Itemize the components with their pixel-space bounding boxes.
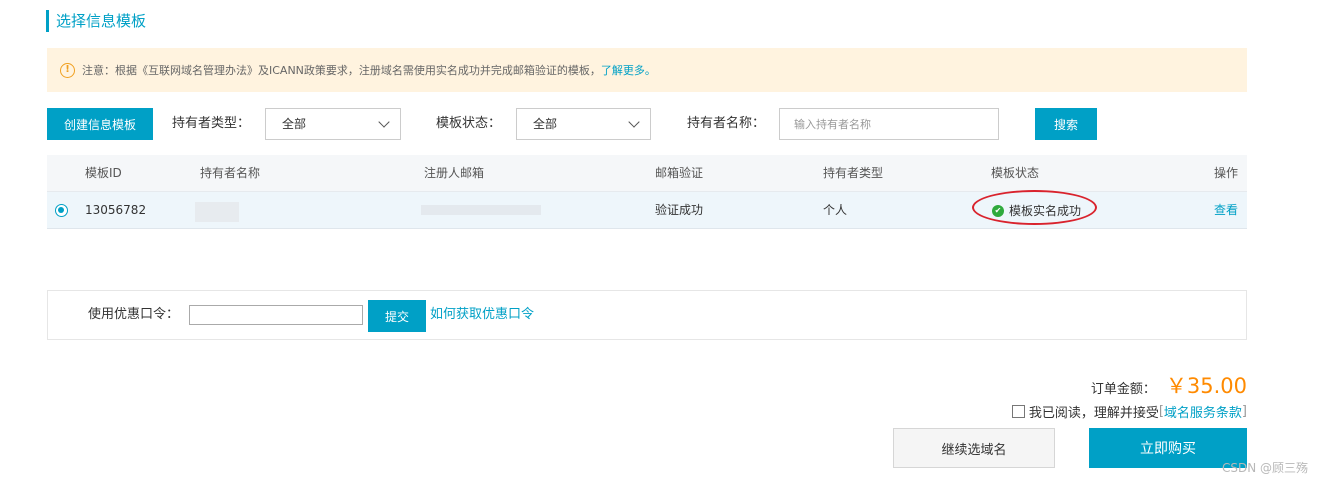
coupon-help-link[interactable]: 如何获取优惠口令 [430,291,534,339]
annotation-circle [972,190,1097,225]
template-table: 模板ID 持有者名称 注册人邮箱 邮箱验证 持有者类型 模板状态 操作 1305… [47,155,1247,229]
holder-type-label: 持有者类型： [172,116,251,131]
header-id: 模板ID [85,166,122,180]
notice-banner: ! 注意：根据《互联网域名管理办法》及ICANN政策要求，注册域名需使用实名成功… [47,48,1247,92]
agreement-checkbox[interactable] [1011,405,1025,418]
header-email: 注册人邮箱 [424,166,485,180]
row-id: 13056782 [85,203,147,217]
coupon-input[interactable] [189,305,363,325]
header-action: 操作 [1214,166,1239,180]
order-amount: ￥35.00 [1165,374,1247,398]
terms-link[interactable]: 域名服务条款 [1164,402,1242,421]
template-status-select[interactable]: 全部 [516,108,651,140]
template-status-label: 模板状态： [436,116,502,131]
order-total: 订单金额： ￥35.00 [1091,370,1247,400]
order-amount-label: 订单金额： [1090,382,1156,397]
table-header: 模板ID 持有者名称 注册人邮箱 邮箱验证 持有者类型 模板状态 操作 [47,155,1247,192]
search-button[interactable]: 搜索 [1035,108,1097,140]
bracket-close: ] [1241,404,1247,419]
info-icon: ! [60,62,75,78]
chevron-down-icon [378,116,390,128]
coupon-label: 使用优惠口令： [88,307,180,322]
holder-name-label: 持有者名称： [687,116,766,131]
holder-type-value: 全部 [282,117,307,131]
notice-text: 注意：根据《互联网域名管理办法》及ICANN政策要求，注册域名需使用实名成功并完… [82,64,601,77]
coupon-submit-button[interactable]: 提交 [368,300,426,332]
chevron-down-icon [628,116,640,128]
section-title: 选择信息模板 [46,10,146,32]
create-template-button[interactable]: 创建信息模板 [47,108,153,140]
view-link[interactable]: 查看 [1214,192,1238,229]
header-holder-name: 持有者名称 [200,166,261,180]
redacted-email [421,205,541,215]
filter-bar: 创建信息模板 持有者类型： 全部 模板状态： 全部 持有者名称： 搜索 [47,108,1247,140]
table-row[interactable]: 13056782 验证成功 个人 ✔ 模板实名成功 查看 [47,190,1247,229]
header-status: 模板状态 [991,166,1040,180]
row-radio[interactable] [55,204,68,217]
holder-name-input[interactable] [779,108,999,140]
header-holder-type: 持有者类型 [823,166,884,180]
redacted-holder-name [195,202,239,222]
continue-selecting-button[interactable]: 继续选域名 [893,428,1055,468]
holder-type-select[interactable]: 全部 [265,108,401,140]
coupon-panel: 使用优惠口令： 提交 如何获取优惠口令 [47,290,1247,340]
learn-more-link[interactable]: 了解更多。 [601,62,656,78]
template-status-value: 全部 [533,117,558,131]
agreement: 我已阅读，理解并接受 [ 域名服务条款 ] [1011,402,1247,421]
header-email-verify: 邮箱验证 [655,166,704,180]
watermark: CSDN @顾三殇 [1221,461,1308,475]
row-email-verify: 验证成功 [655,203,704,217]
row-holder-type: 个人 [823,203,848,217]
agreement-text: 我已阅读，理解并接受 [1028,406,1159,421]
